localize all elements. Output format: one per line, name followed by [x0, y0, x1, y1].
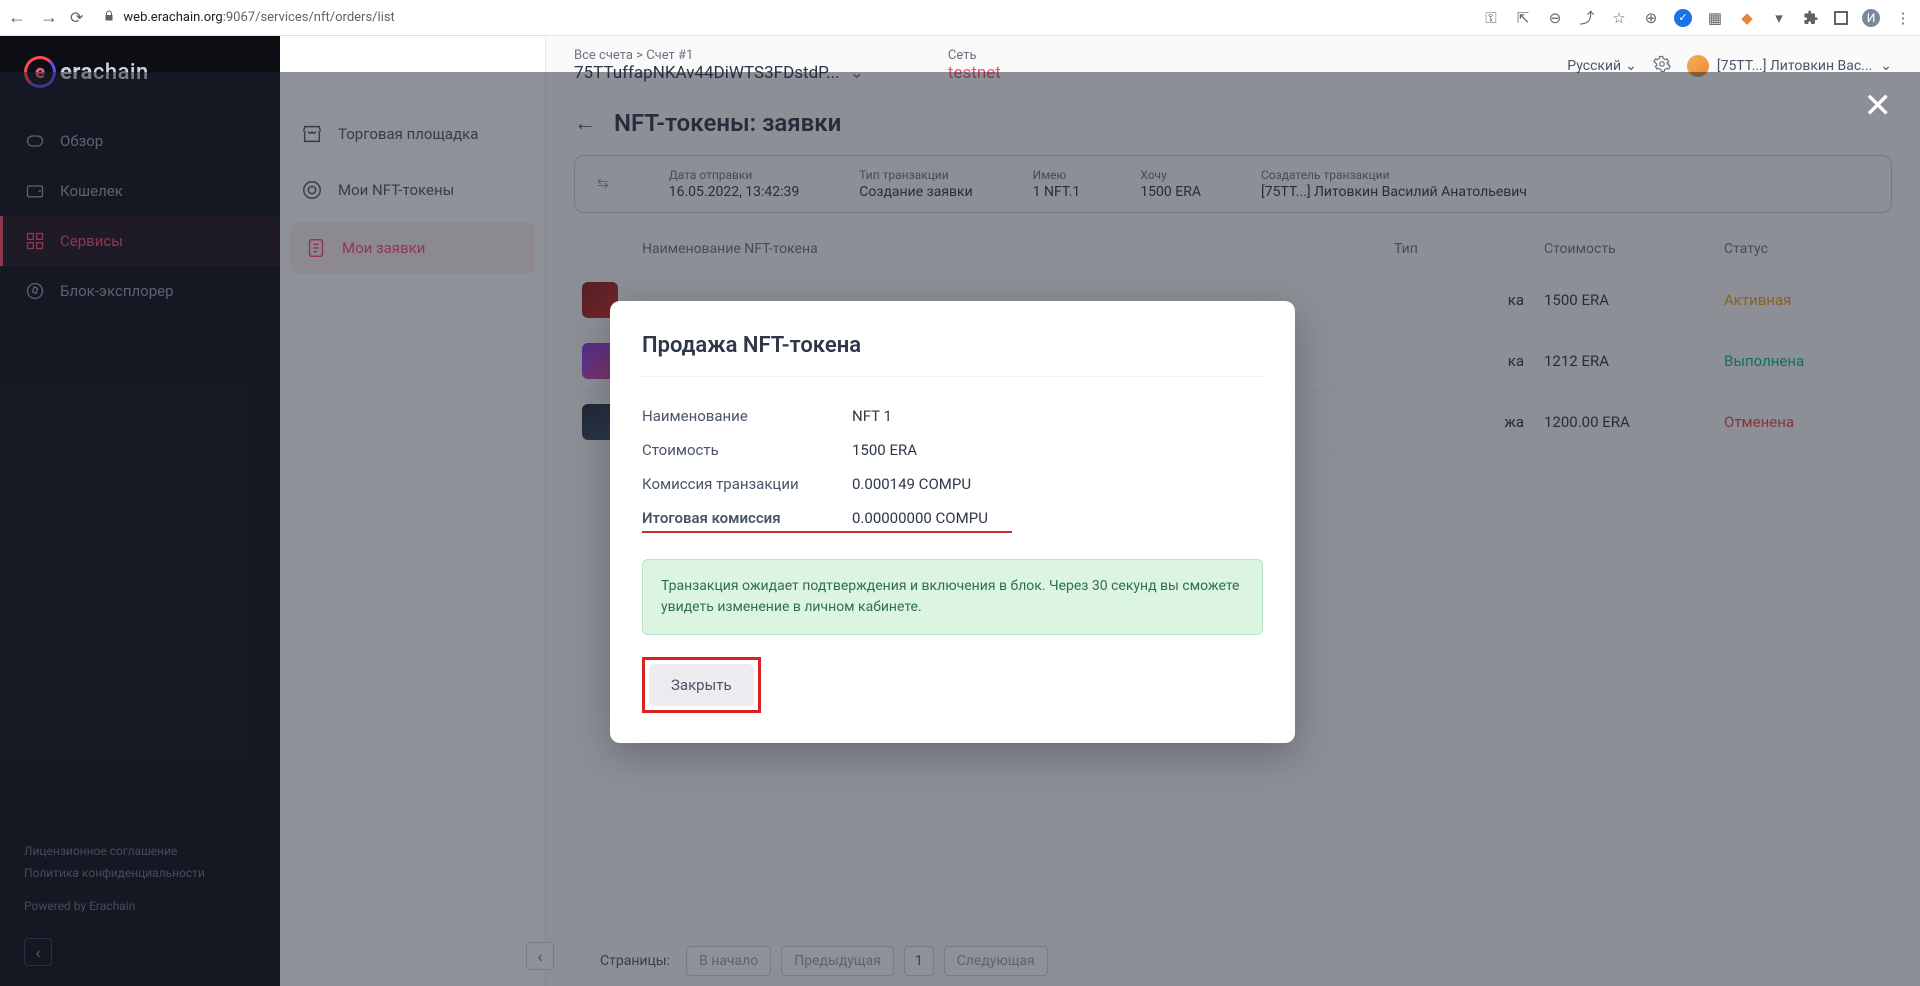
modal-cost-label: Стоимость — [642, 441, 852, 459]
profile-avatar-icon[interactable]: И — [1862, 9, 1880, 27]
modal-row-cost: Стоимость 1500 ERA — [642, 433, 1263, 467]
breadcrumb[interactable]: Все счета > Счет #1 — [574, 48, 864, 63]
reload-icon[interactable]: ⟳ — [70, 8, 83, 27]
nav-arrows: ← → — [8, 7, 58, 28]
forward-icon[interactable]: → — [40, 7, 58, 28]
open-external-icon[interactable]: ⇱ — [1514, 9, 1532, 27]
ext-icon-1[interactable]: ▦ — [1706, 9, 1724, 27]
divider — [642, 376, 1263, 377]
modal-title: Продажа NFT-токена — [642, 333, 1263, 358]
zoom-icon[interactable]: ⊖ — [1546, 9, 1564, 27]
ext-icon-2[interactable]: ▾ — [1770, 9, 1788, 27]
network-label: Сеть — [948, 48, 1001, 63]
modal-name-value: NFT 1 — [852, 407, 892, 425]
sell-nft-modal: Продажа NFT-токена Наименование NFT 1 Ст… — [610, 301, 1295, 743]
star-icon[interactable]: ☆ — [1610, 9, 1628, 27]
menu-icon[interactable]: ⋮ — [1894, 9, 1912, 27]
extensions-icon[interactable] — [1802, 9, 1820, 27]
modal-row-fee: Комиссия транзакции 0.000149 COMPU — [642, 467, 1263, 501]
success-message: Транзакция ожидает подтверждения и включ… — [642, 559, 1263, 635]
browser-bar: ← → ⟳ web.erachain.org:9067/services/nft… — [0, 0, 1920, 36]
modal-total-label: Итоговая комиссия — [642, 509, 852, 527]
share-icon[interactable]: ⤴ — [1578, 9, 1596, 27]
key-icon[interactable]: ⚿ — [1482, 9, 1500, 27]
verified-icon[interactable]: ✓ — [1674, 9, 1692, 27]
back-icon[interactable]: ← — [8, 7, 26, 28]
close-button-highlight: Закрыть — [642, 657, 761, 713]
modal-total-value: 0.00000000 COMPU — [852, 509, 988, 527]
modal-name-label: Наименование — [642, 407, 852, 425]
modal-row-name: Наименование NFT 1 — [642, 399, 1263, 433]
modal-row-total: Итоговая комиссия 0.00000000 COMPU — [642, 501, 1012, 533]
modal-close-x[interactable]: ✕ — [1864, 86, 1893, 126]
modal-fee-value: 0.000149 COMPU — [852, 475, 971, 493]
extension-icons: ⚿ ⇱ ⊖ ⤴ ☆ ⊕ ✓ ▦ ◆ ▾ И ⋮ — [1482, 9, 1912, 27]
metamask-icon[interactable]: ◆ — [1738, 9, 1756, 27]
panel-icon[interactable] — [1834, 11, 1848, 25]
modal-cost-value: 1500 ERA — [852, 441, 917, 459]
globe-icon[interactable]: ⊕ — [1642, 9, 1660, 27]
modal-fee-label: Комиссия транзакции — [642, 475, 852, 493]
url-text: web.erachain.org:9067/services/nft/order… — [123, 10, 394, 25]
url-bar[interactable]: web.erachain.org:9067/services/nft/order… — [103, 10, 394, 26]
lock-icon — [103, 10, 115, 26]
close-button[interactable]: Закрыть — [649, 664, 754, 706]
